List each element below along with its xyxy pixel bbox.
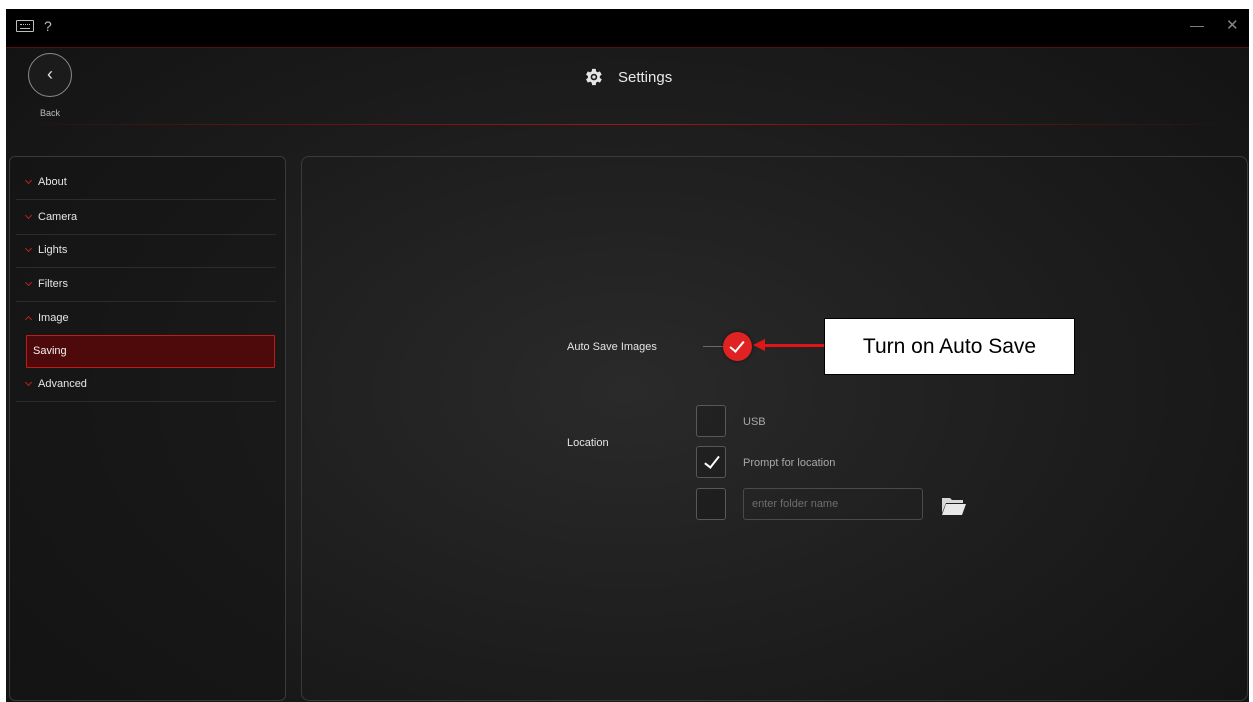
settings-content-panel — [301, 156, 1248, 701]
folder-name-input[interactable] — [743, 488, 923, 520]
sidebar-item-label: Image — [38, 312, 69, 324]
chevron-down-icon — [24, 244, 33, 253]
close-button[interactable]: ✕ — [1226, 16, 1239, 34]
auto-save-toggle[interactable] — [723, 332, 752, 361]
keyboard-icon[interactable] — [16, 20, 34, 32]
prompt-location-label: Prompt for location — [743, 457, 836, 469]
gear-icon — [586, 68, 602, 86]
sidebar-item-label: Filters — [38, 278, 68, 290]
chevron-down-icon — [24, 378, 33, 387]
chevron-down-icon — [24, 211, 33, 220]
sidebar-item-camera[interactable]: Camera — [16, 202, 276, 235]
help-icon[interactable]: ? — [44, 18, 52, 34]
sidebar-item-label: Lights — [38, 244, 68, 256]
chevron-down-icon — [24, 278, 33, 287]
header-divider — [6, 124, 1249, 125]
usb-checkbox[interactable] — [696, 405, 726, 437]
chevron-up-icon — [24, 315, 33, 324]
chevron-down-icon — [24, 176, 33, 185]
auto-save-toggle-track — [703, 346, 725, 347]
check-icon — [729, 337, 745, 353]
sidebar-item-label: Saving — [33, 345, 67, 357]
sidebar-item-label: Advanced — [38, 378, 87, 390]
title-bar: ? — ✕ — [6, 9, 1249, 48]
annotation-callout: Turn on Auto Save — [824, 318, 1075, 375]
settings-sidebar: About Camera Lights Filters Image Saving… — [9, 156, 286, 701]
page-title: Settings — [618, 68, 673, 86]
settings-window: ? — ✕ ‹ Back Settings About Camera Light… — [6, 9, 1249, 702]
sidebar-item-label: About — [38, 176, 67, 188]
check-icon — [704, 452, 720, 469]
usb-option-label: USB — [743, 416, 766, 428]
location-label: Location — [567, 437, 609, 449]
annotation-arrow — [764, 344, 824, 347]
sidebar-item-filters[interactable]: Filters — [16, 269, 276, 302]
chevron-left-icon: ‹ — [47, 64, 53, 84]
arrow-left-icon — [753, 339, 765, 351]
back-button[interactable]: ‹ — [28, 53, 72, 97]
sidebar-item-about[interactable]: About — [16, 167, 276, 200]
folder-open-icon[interactable] — [941, 496, 967, 516]
prompt-location-checkbox[interactable] — [696, 446, 726, 478]
sidebar-item-advanced[interactable]: Advanced — [16, 369, 276, 402]
page-title-group: Settings — [582, 65, 672, 89]
sidebar-item-image[interactable]: Image — [16, 303, 276, 336]
back-label: Back — [39, 108, 60, 118]
sidebar-item-lights[interactable]: Lights — [16, 235, 276, 268]
auto-save-label: Auto Save Images — [567, 341, 657, 353]
minimize-button[interactable]: — — [1190, 17, 1204, 33]
custom-folder-checkbox[interactable] — [696, 488, 726, 520]
sidebar-item-label: Camera — [38, 211, 78, 223]
sidebar-item-saving[interactable]: Saving — [26, 335, 275, 368]
